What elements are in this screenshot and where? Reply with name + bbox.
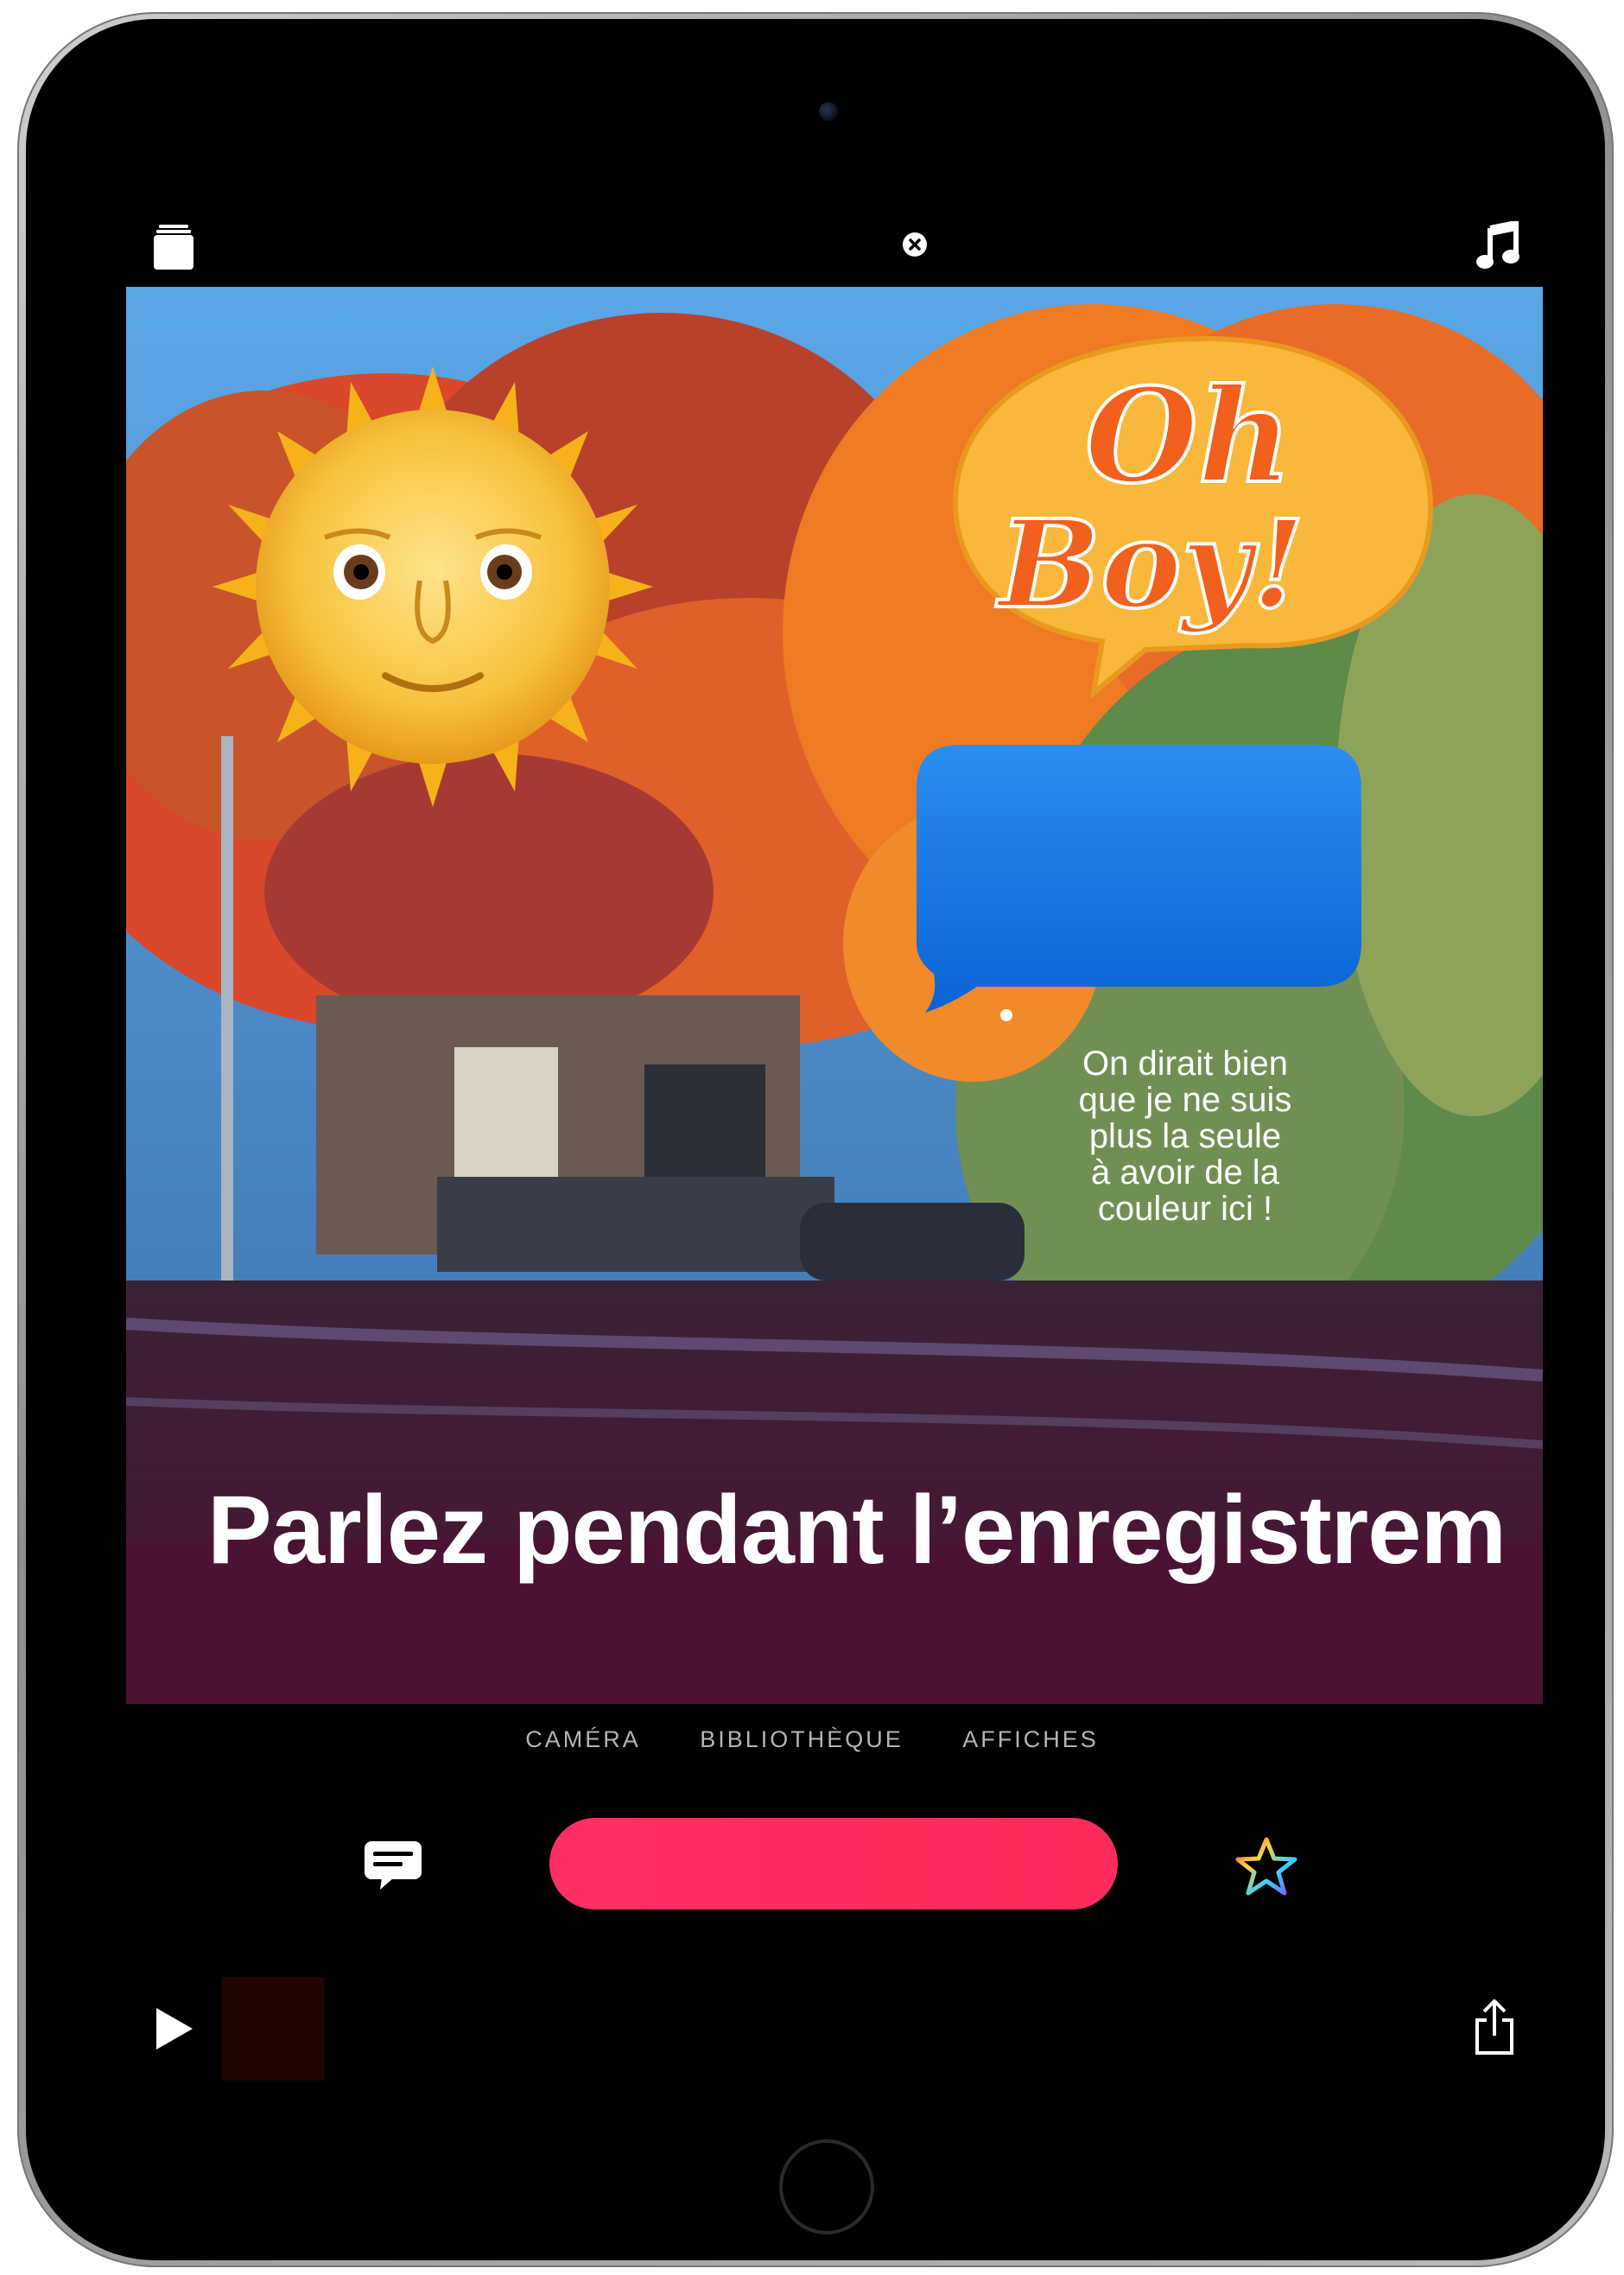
projects-stack-icon[interactable] [152,223,195,271]
clip-thumbnail[interactable] [221,1977,325,2081]
bubble-line: que je ne suis [1078,1081,1292,1119]
sun-with-face-sticker [213,366,653,807]
bubble-text[interactable]: On dirait bien que je ne suis plus la se… [1012,1045,1358,1227]
bubble-line: couleur ici ! [1097,1190,1273,1228]
record-button[interactable] [549,1818,1118,1910]
speech-bubble-icon[interactable] [361,1839,425,1892]
play-icon[interactable] [149,2003,200,2055]
live-caption-text: Parlez pendant l’enregistrem [207,1476,1507,1584]
svg-text:Boy!: Boy! [995,494,1305,636]
front-camera [819,102,838,121]
share-icon[interactable] [1469,1998,1520,2058]
bubble-line: plus la seule [1088,1117,1282,1155]
tab-camera[interactable]: CAMÉRA [525,1726,641,1753]
music-note-icon[interactable] [1472,219,1524,271]
close-circle-icon[interactable] [902,232,928,257]
camera-preview[interactable]: Oh Boy! On dirait bien que je ne suis pl… [126,287,1543,1704]
star-icon[interactable] [1234,1835,1299,1897]
bubble-line: à avoir de la [1091,1153,1279,1192]
svg-text:Oh: Oh [1085,360,1292,512]
tab-posters[interactable]: AFFICHES [962,1726,1099,1753]
tab-library[interactable]: BIBLIOTHÈQUE [700,1726,904,1753]
top-bar [126,207,1543,285]
bubble-close-icon[interactable] [1000,1009,1012,1021]
mode-tabs: CAMÉRA BIBLIOTHÈQUE AFFICHES [0,1726,1624,1753]
bubble-line: On dirait bien [1082,1045,1288,1083]
text-bubble-sticker [917,745,1361,1013]
home-button[interactable] [779,2139,874,2234]
